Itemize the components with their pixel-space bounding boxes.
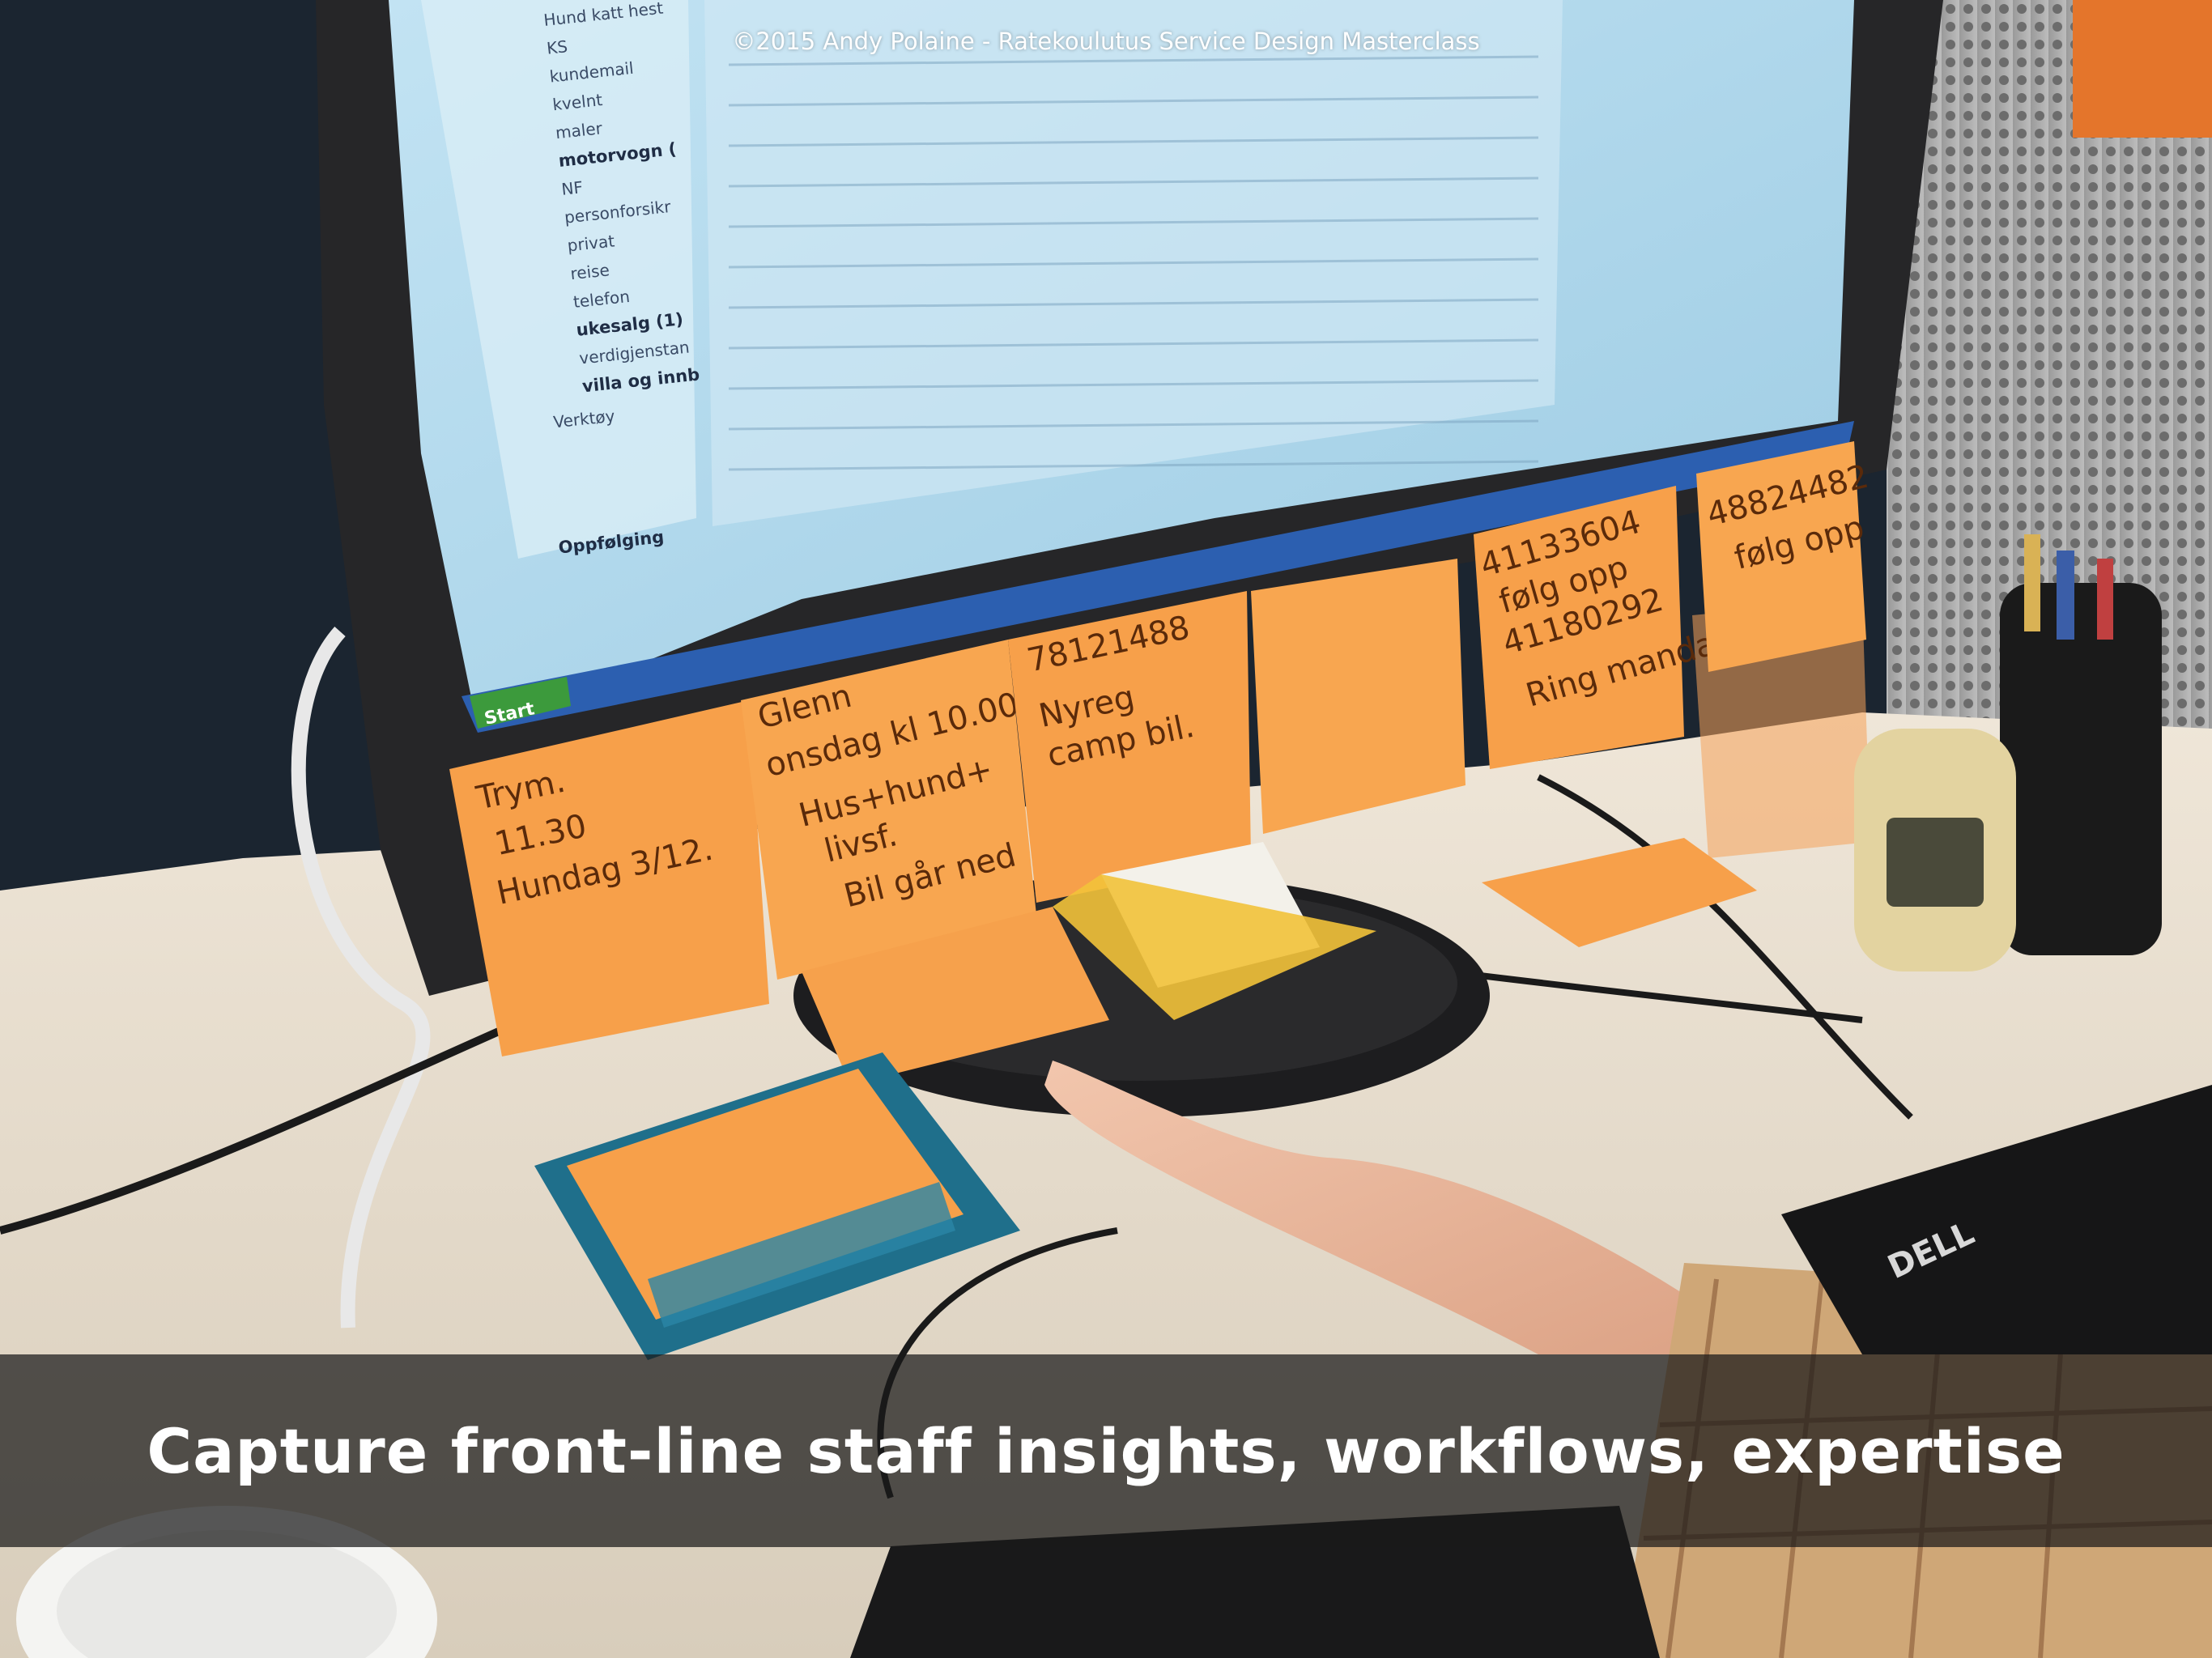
- sticky-note-6: 48824482 følg opp: [1696, 441, 1872, 672]
- photo-credit: ©2015 Andy Polaine - Ratekoulutus Servic…: [732, 28, 1480, 55]
- photo-scene: Hund katt hest KS kundemail kvelnt maler…: [0, 0, 2212, 1658]
- caption-title: Capture front-line staff insights, workf…: [147, 1414, 2065, 1487]
- pen-cup: [2000, 583, 2162, 955]
- sticky-note-4: [1251, 559, 1465, 834]
- folder-label: reise: [569, 260, 610, 283]
- folder-label: NF: [560, 177, 584, 199]
